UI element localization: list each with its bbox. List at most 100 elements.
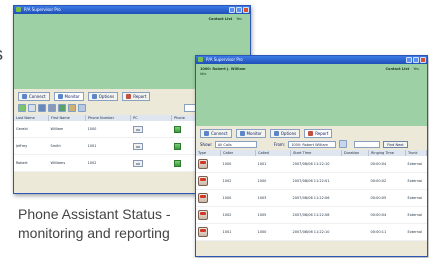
contact-list-value[interactable]: Yes — [236, 17, 242, 21]
last-name-cell: Robert — [14, 154, 49, 172]
add-contact-icon[interactable] — [18, 104, 26, 112]
minimize-icon[interactable] — [406, 57, 412, 63]
called-cell: 1001 — [255, 156, 291, 173]
table-row[interactable]: 1002 1000 2007/08/06 11:22:01 00:00:02 E… — [196, 172, 427, 190]
ringing-cell: 00:00:02 — [368, 172, 406, 190]
tab-monitor[interactable]: Monitor — [53, 92, 84, 101]
trunk-cell: External — [405, 172, 427, 190]
find-input[interactable] — [354, 140, 381, 148]
last-name-cell: Jeffrey — [14, 137, 49, 155]
edit-icon[interactable] — [28, 104, 36, 112]
start-time-cell: 2007/08/06 11:22:08 — [290, 206, 342, 224]
type-cell — [196, 223, 221, 241]
phone-number-cell: 1001 — [85, 137, 131, 155]
tab-monitor[interactable]: Monitor — [235, 129, 266, 138]
minimize-icon[interactable] — [229, 7, 235, 13]
pc-status-icon — [173, 142, 181, 150]
app-logo-icon — [16, 7, 21, 12]
connect-tab-icon — [204, 131, 209, 136]
last-name-cell: Gerald — [14, 121, 49, 138]
phone-icon — [132, 159, 143, 167]
app-logo-icon — [198, 57, 203, 62]
contact-list-label: Contact List Yes — [208, 17, 242, 21]
pc-status-icon — [173, 159, 181, 167]
tab-options[interactable]: Options — [87, 92, 119, 101]
options-tab-icon — [91, 94, 97, 99]
tab-label: Connect — [29, 94, 46, 99]
first-name-cell: Smith — [48, 137, 86, 155]
start-time-cell: 2007/08/06 11:22:10 — [290, 156, 342, 173]
type-cell — [196, 189, 221, 207]
caller-cell: 1001 — [220, 223, 256, 241]
find-next-button[interactable]: Find Next — [383, 140, 408, 148]
phone-icon — [132, 142, 143, 150]
status-panel: 1000: Robert J. William Idle Contact Lis… — [196, 64, 427, 126]
refresh-icon[interactable] — [68, 104, 76, 112]
type-cell — [196, 206, 221, 224]
front-titlebar[interactable]: P/A Supervisor Pro — [196, 56, 427, 64]
selected-extension-name: 1000: Robert J. William — [200, 67, 246, 71]
connect-tab-icon — [22, 94, 27, 99]
duration-cell — [341, 156, 369, 173]
first-name-cell: William — [48, 121, 86, 138]
tab-label: Connect — [211, 131, 228, 136]
selected-extension-state: Idle — [200, 72, 207, 76]
report-tab-icon — [308, 131, 314, 136]
tab-report[interactable]: Report — [304, 129, 333, 138]
window-controls — [406, 57, 426, 63]
back-titlebar[interactable]: P/A Supervisor Pro — [14, 6, 250, 14]
tab-label: Report — [133, 94, 147, 99]
contact-list-value[interactable]: Yes — [413, 67, 419, 71]
called-cell: 1003 — [255, 189, 291, 207]
table-row[interactable]: 1000 1001 2007/08/06 11:22:10 00:00:04 E… — [196, 156, 427, 173]
table-row[interactable]: 1002 1005 2007/08/06 11:22:08 00:00:04 E… — [196, 206, 427, 224]
call-type-icon — [198, 176, 208, 186]
duration-cell — [341, 223, 369, 241]
maximize-icon[interactable] — [413, 57, 419, 63]
contact-list-label: Contact List Yes — [385, 67, 419, 71]
call-report-table: Type Caller Called Start Time Duration R… — [196, 150, 427, 241]
tab-connect[interactable]: Connect — [18, 92, 50, 101]
pc-status-icon — [173, 125, 181, 133]
tab-label: Options — [98, 94, 115, 99]
calendar-icon[interactable] — [339, 140, 348, 148]
duration-cell — [341, 189, 369, 207]
tab-label: Monitor — [246, 131, 262, 136]
contact-list-text: Contact List — [208, 17, 233, 21]
phone-number-cell: 1000 — [85, 121, 131, 138]
front-window-title: P/A Supervisor Pro — [206, 57, 243, 62]
report-filters: Show: All Calls From: 1000: Robert Willi… — [196, 138, 427, 150]
tab-report[interactable]: Report — [122, 92, 151, 101]
window-controls — [229, 7, 249, 13]
caller-cell: 1002 — [220, 172, 256, 190]
trunk-cell: External — [405, 223, 427, 241]
maximize-icon[interactable] — [236, 7, 242, 13]
close-icon[interactable] — [420, 57, 426, 63]
call-type-icon — [198, 227, 208, 237]
group-icon[interactable] — [48, 104, 56, 112]
ringing-cell: 00:00:11 — [368, 223, 406, 241]
duration-cell — [341, 172, 369, 190]
back-window-title: P/A Supervisor Pro — [24, 7, 61, 12]
type-cell — [196, 156, 221, 173]
phone-number-cell: 1002 — [85, 154, 131, 172]
table-row[interactable]: 1001 1000 2007/08/06 11:22:10 00:00:11 E… — [196, 223, 427, 241]
first-name-cell: Williams — [48, 154, 86, 172]
selected-extension: 1000: Robert J. William Idle — [200, 67, 245, 77]
phone-icon — [132, 125, 143, 133]
tab-label: Monitor — [64, 94, 80, 99]
show-select[interactable]: All Calls — [214, 140, 257, 148]
ringing-cell: 00:00:04 — [368, 206, 406, 224]
show-label: Show: — [200, 141, 212, 147]
pc-cell — [130, 121, 172, 138]
table-row[interactable]: 1000 1003 2007/08/06 11:22:06 00:00:05 E… — [196, 189, 427, 207]
delete-icon[interactable] — [38, 104, 46, 112]
from-select[interactable]: 1000: Robert William — [288, 140, 337, 148]
caption: Phone Assistant Status - monitoring and … — [18, 205, 171, 243]
close-icon[interactable] — [243, 7, 249, 13]
tab-connect[interactable]: Connect — [200, 129, 232, 138]
properties-icon[interactable] — [78, 104, 86, 112]
tab-options[interactable]: Options — [269, 129, 301, 138]
called-cell: 1005 — [255, 206, 291, 224]
import-icon[interactable] — [58, 104, 66, 112]
